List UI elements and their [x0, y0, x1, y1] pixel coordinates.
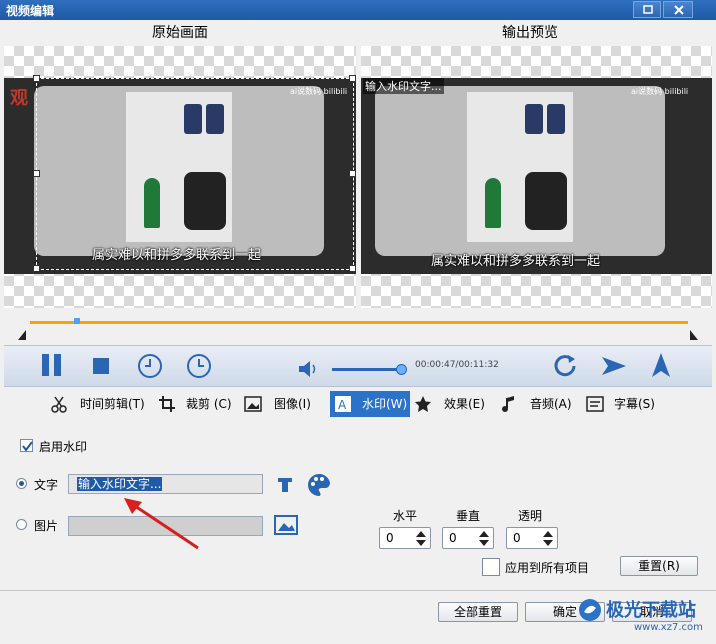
scissors-icon [51, 396, 67, 413]
tab-watermark[interactable]: A 水印(W) [330, 391, 410, 417]
opacity-label: 透明 [518, 509, 543, 523]
tab-time-trim[interactable]: 时间剪辑(T) [80, 391, 145, 417]
image-watermark-radio[interactable] [16, 519, 27, 530]
text-option-label: 文字 [34, 478, 59, 492]
image-icon [244, 396, 262, 412]
stop-icon[interactable] [92, 357, 110, 375]
site-logo-icon [579, 599, 601, 621]
timecode: 00:00:47/00:11:32 [415, 360, 499, 370]
resize-handle[interactable] [33, 170, 40, 177]
tab-crop[interactable]: 裁剪 (C) [186, 391, 232, 417]
site-watermark: 极光下载站 www.xz7.com [578, 594, 708, 638]
footer-divider [0, 590, 716, 591]
watermark-text-value: 输入水印文字... [77, 477, 163, 491]
spin-up-icon[interactable] [541, 530, 555, 538]
image-picker-icon[interactable] [274, 515, 298, 535]
resize-handle[interactable] [349, 265, 356, 272]
pause-icon[interactable] [40, 352, 64, 378]
color-palette-icon[interactable] [306, 472, 332, 498]
flip-horizontal-icon[interactable] [600, 355, 628, 377]
opacity-spinner[interactable]: 0 [506, 527, 558, 549]
flip-vertical-icon[interactable] [650, 351, 672, 379]
resize-handle[interactable] [33, 75, 40, 82]
image-option-label: 图片 [34, 519, 59, 533]
volume-icon[interactable] [297, 358, 319, 380]
enable-watermark-checkbox[interactable] [20, 439, 33, 452]
annotation-arrow-icon [124, 498, 199, 550]
star-icon [415, 396, 431, 412]
preview-watermark-text: 输入水印文字... [363, 78, 444, 94]
vertical-value: 0 [449, 531, 457, 545]
resize-handle[interactable] [33, 265, 40, 272]
vertical-label: 垂直 [456, 509, 481, 523]
preview-subtitle: 属实难以和拼多多联系到一起 [431, 254, 601, 269]
tab-subtitles[interactable]: 字幕(S) [614, 391, 655, 417]
preview-pane-label: 输出预览 [502, 25, 558, 41]
clock-start-icon[interactable] [137, 353, 163, 379]
resize-handle[interactable] [349, 75, 356, 82]
corner-mark: 观 [10, 88, 28, 109]
original-pane-label: 原始画面 [152, 25, 208, 41]
crop-icon [159, 396, 175, 412]
maximize-icon [643, 5, 653, 14]
svg-text:A: A [338, 398, 347, 412]
reset-all-button[interactable]: 全部重置 [438, 602, 518, 622]
watermark-icon: A [335, 396, 351, 412]
enable-watermark-label: 启用水印 [39, 440, 88, 454]
apply-all-checkbox[interactable] [482, 558, 500, 576]
spin-up-icon[interactable] [414, 530, 428, 538]
product-screenshot [467, 92, 573, 242]
preview-video-frame: 输入水印文字... ai说数码 bilibili 属实难以和拼多多联系到一起 [361, 78, 712, 274]
edit-tabs: 时间剪辑(T) 裁剪 (C) 图像(I) A 水印(W) 效果(E) 音频(A)… [4, 391, 712, 417]
rotate-icon[interactable] [552, 352, 578, 378]
apply-all-label: 应用到所有项目 [505, 561, 590, 575]
horizontal-spinner[interactable]: 0 [379, 527, 431, 549]
end-trim-handle[interactable] [690, 330, 698, 340]
spin-up-icon[interactable] [477, 530, 491, 538]
site-url: www.xz7.com [634, 622, 703, 633]
spin-down-icon[interactable] [414, 539, 428, 547]
resize-handle[interactable] [349, 170, 356, 177]
spin-down-icon[interactable] [541, 539, 555, 547]
site-name: 极光下载站 [606, 600, 696, 621]
opacity-value: 0 [513, 531, 521, 545]
watermark-selection-box[interactable] [36, 78, 354, 270]
tab-watermark-label: 水印(W) [362, 397, 408, 411]
channel-logo: ai说数码 bilibili [631, 87, 689, 96]
spin-down-icon[interactable] [477, 539, 491, 547]
playhead-marker[interactable] [74, 318, 80, 324]
subtitle-icon [586, 396, 604, 412]
preview-video-pane: 输入水印文字... ai说数码 bilibili 属实难以和拼多多联系到一起 [361, 46, 712, 308]
volume-slider[interactable] [332, 368, 400, 371]
vertical-spinner[interactable]: 0 [442, 527, 494, 549]
text-watermark-radio[interactable] [16, 478, 27, 489]
close-icon [674, 5, 684, 15]
reset-button[interactable]: 重置(R) [620, 556, 698, 576]
maximize-button[interactable] [633, 1, 661, 18]
tab-audio[interactable]: 音频(A) [530, 391, 572, 417]
music-note-icon [502, 396, 514, 412]
font-icon[interactable] [276, 476, 294, 494]
timeline-track[interactable] [30, 321, 688, 324]
close-button[interactable] [663, 1, 693, 18]
original-video-pane[interactable]: ai说数码 bilibili 观 属实难以和拼多多联系到一起 [4, 46, 356, 308]
horizontal-label: 水平 [393, 509, 418, 523]
volume-slider-knob[interactable] [396, 364, 407, 375]
tab-image[interactable]: 图像(I) [274, 391, 311, 417]
title-bar: 视频编辑 [0, 0, 716, 20]
window-title: 视频编辑 [6, 4, 55, 18]
start-trim-handle[interactable] [18, 330, 26, 340]
checkmark-icon [22, 441, 33, 452]
clock-end-icon[interactable] [186, 353, 212, 379]
tab-effects[interactable]: 效果(E) [444, 391, 485, 417]
horizontal-value: 0 [386, 531, 394, 545]
